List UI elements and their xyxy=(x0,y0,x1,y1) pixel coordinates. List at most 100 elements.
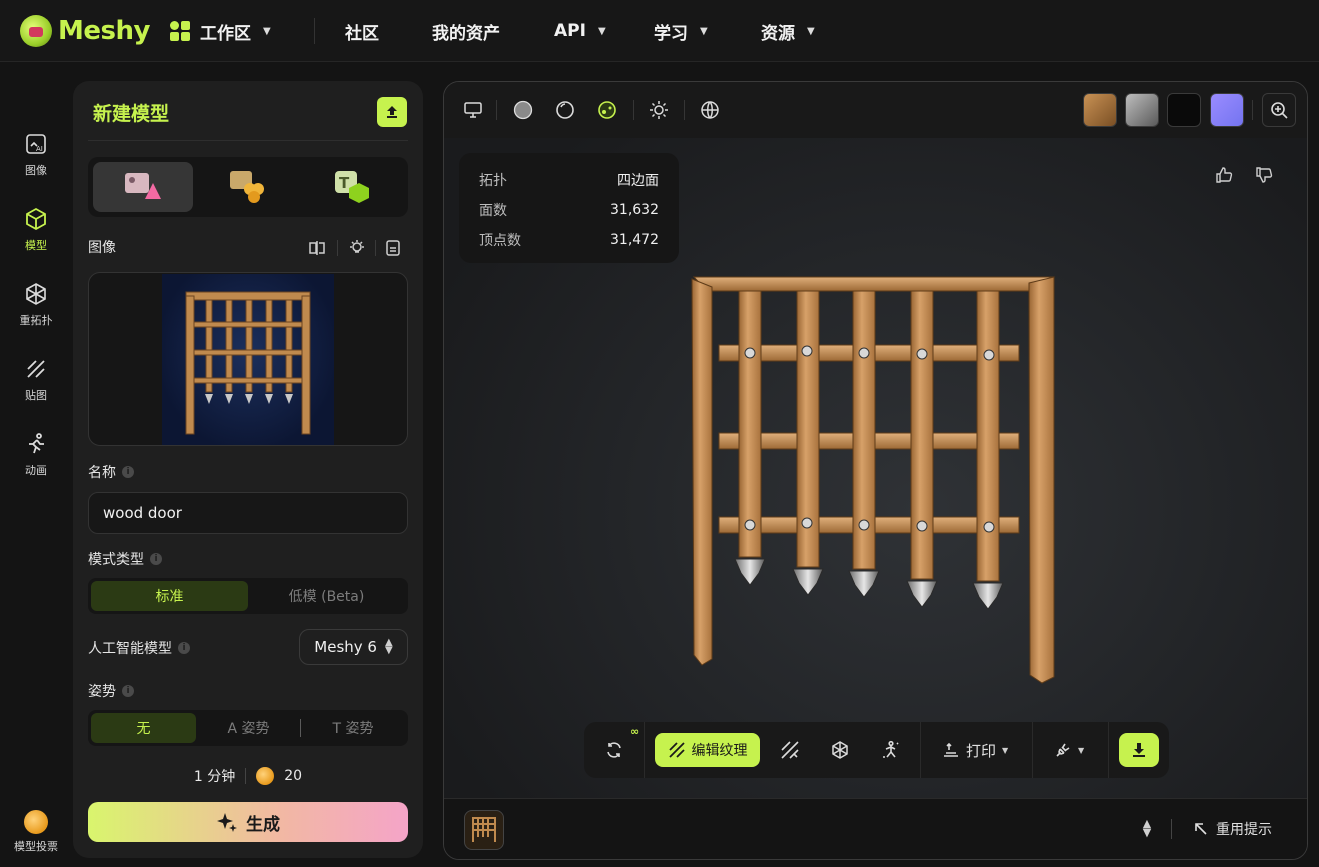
refresh-icon[interactable] xyxy=(602,738,626,762)
ai-model-select[interactable]: Meshy 6 ▲ ▼ xyxy=(299,629,408,665)
rigging-icon[interactable] xyxy=(878,738,902,762)
rail-item-texture[interactable]: 贴图 xyxy=(0,357,72,417)
plug-icon xyxy=(1056,743,1070,757)
nav-community[interactable]: 社区 xyxy=(345,18,379,44)
ai-model-label-row: 人工智能模型 i xyxy=(88,638,190,658)
mode-type-standard[interactable]: 标准 xyxy=(91,581,248,611)
chevron-up-down-icon[interactable]: ▲ ▼ xyxy=(1140,818,1154,841)
footer-divider xyxy=(1171,819,1172,839)
3d-print-icon xyxy=(944,742,958,757)
print-menu[interactable]: 打印 ▼ xyxy=(942,738,1022,762)
lightbulb-icon[interactable] xyxy=(346,237,368,259)
clay-shading-icon[interactable] xyxy=(554,99,576,121)
arrow-up-left-icon xyxy=(1195,823,1207,835)
thumbs-down-icon[interactable] xyxy=(1255,166,1275,186)
rail-item-label: 动画 xyxy=(25,464,47,477)
svg-text:T: T xyxy=(339,174,350,192)
toolbar-divider xyxy=(337,240,338,256)
image-to-3d-icon xyxy=(125,173,161,199)
remesh-icon[interactable] xyxy=(778,738,802,762)
generate-label: 生成 xyxy=(246,814,280,835)
metallic-map-thumbnail[interactable] xyxy=(1167,93,1201,127)
toolbar-divider xyxy=(920,722,921,778)
ai-model-label: 人工智能模型 xyxy=(88,641,172,657)
svg-text:AI: AI xyxy=(36,145,43,153)
chevron-down-icon: ▼ xyxy=(263,25,271,37)
ai-model-value: Meshy 6 xyxy=(314,638,377,656)
meshy-logo-icon xyxy=(20,15,52,47)
vote-coin-icon xyxy=(24,810,48,834)
wooden-gate-model[interactable] xyxy=(689,267,1069,712)
top-nav: Meshy 工作区 ▼ 社区 我的资产 API ▼ 学习 ▼ 资源 ▼ xyxy=(0,0,1319,62)
rail-item-image[interactable]: AI 图像 xyxy=(0,132,72,192)
nav-learn[interactable]: 学习 ▼ xyxy=(654,18,708,44)
wooden-gate-thumbnail xyxy=(472,817,496,842)
rail-item-label: 模型 xyxy=(25,239,47,252)
generate-button[interactable]: 生成 xyxy=(88,802,408,842)
tab-multi-image-to-3d[interactable] xyxy=(198,162,298,212)
rail-item-model-vote[interactable]: 模型投票 xyxy=(0,810,72,867)
stat-key: 拓扑 xyxy=(479,173,507,189)
reuse-prompt-button[interactable]: 重用提示 xyxy=(1194,819,1272,839)
textured-shading-icon[interactable] xyxy=(596,99,618,121)
info-icon[interactable]: i xyxy=(122,466,134,478)
model-viewer[interactable]: 拓扑 四边面 面数 31,632 顶点数 31,472 ∞ 编辑纹理 打印 ▼ … xyxy=(443,81,1308,860)
zoom-in-icon xyxy=(1271,102,1288,119)
base-color-map-thumbnail[interactable] xyxy=(1083,93,1117,127)
compare-icon[interactable] xyxy=(306,237,328,259)
rail-item-label: 模型投票 xyxy=(14,840,58,853)
stat-value: 31,472 xyxy=(610,232,659,248)
retopology-icon[interactable] xyxy=(828,738,852,762)
nav-workspace-label: 工作区 xyxy=(200,23,251,44)
monitor-icon[interactable] xyxy=(462,99,484,121)
edit-texture-badge: ∞ xyxy=(630,725,640,738)
print-label: 打印 xyxy=(966,741,997,760)
lighting-icon[interactable] xyxy=(648,99,670,121)
image-dropzone[interactable] xyxy=(88,272,408,446)
nav-my-assets[interactable]: 我的资产 xyxy=(432,18,500,44)
nav-learn-label: 学习 xyxy=(654,23,688,44)
plugin-menu[interactable]: ▼ xyxy=(1054,738,1094,762)
download-button[interactable] xyxy=(1119,733,1159,767)
model-name-input[interactable]: wood door xyxy=(88,492,408,534)
rail-item-retopology[interactable]: 重拓扑 xyxy=(0,282,72,342)
zoom-texture-button[interactable] xyxy=(1262,93,1296,127)
history-thumbnail[interactable] xyxy=(464,810,504,850)
info-icon[interactable]: i xyxy=(178,642,190,654)
upload-icon xyxy=(387,106,397,118)
pose-label-row: 姿势 i xyxy=(88,681,134,701)
tab-image-to-3d[interactable] xyxy=(93,162,193,212)
nav-resources[interactable]: 资源 ▼ xyxy=(761,18,815,44)
solid-shading-icon[interactable] xyxy=(512,99,534,121)
environment-globe-icon[interactable] xyxy=(699,99,721,121)
running-figure-icon xyxy=(29,433,44,454)
thumbs-up-icon[interactable] xyxy=(1215,166,1235,186)
wooden-gate-image xyxy=(185,291,311,435)
chevron-down-icon: ▼ xyxy=(597,25,606,37)
pose-a[interactable]: A 姿势 xyxy=(196,713,301,743)
name-label: 名称 xyxy=(88,465,116,481)
nav-workspace[interactable]: 工作区 ▼ xyxy=(170,18,271,44)
edit-texture-button[interactable]: 编辑纹理 xyxy=(655,733,760,767)
mode-type-low-poly[interactable]: 低模 (Beta) xyxy=(248,581,405,611)
texture-brush-icon xyxy=(668,742,685,758)
nav-api[interactable]: API ▼ xyxy=(554,18,606,44)
stat-value: 四边面 xyxy=(617,173,659,189)
pose-none[interactable]: 无 xyxy=(91,713,196,743)
retopology-icon xyxy=(26,283,46,305)
workspace-icon xyxy=(170,21,192,41)
tab-text-to-3d[interactable]: T xyxy=(303,162,403,212)
pose-t[interactable]: T 姿势 xyxy=(301,713,405,743)
rail-item-model[interactable]: 模型 xyxy=(0,207,72,267)
rail-item-animation[interactable]: 动画 xyxy=(0,432,72,492)
roughness-map-thumbnail[interactable] xyxy=(1125,93,1159,127)
info-icon[interactable]: i xyxy=(150,553,162,565)
upload-button[interactable] xyxy=(377,97,407,127)
model-action-toolbar: ∞ 编辑纹理 打印 ▼ ▼ xyxy=(584,722,1169,778)
info-icon[interactable]: i xyxy=(122,685,134,697)
normal-map-thumbnail[interactable] xyxy=(1210,93,1244,127)
notebook-icon[interactable] xyxy=(382,237,404,259)
meshy-logo[interactable]: Meshy xyxy=(20,12,150,50)
toolbar-divider xyxy=(684,100,685,120)
nav-my-assets-label: 我的资产 xyxy=(432,23,500,44)
